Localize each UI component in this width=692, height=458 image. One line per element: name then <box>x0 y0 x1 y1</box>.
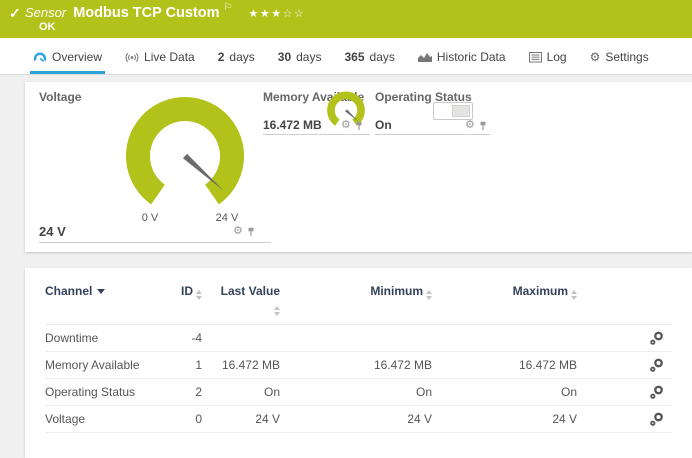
area-chart-icon <box>418 52 432 63</box>
channel-last-value: 16.472 MB <box>202 358 280 372</box>
channel-id: 1 <box>170 358 202 372</box>
gear-icon[interactable]: ⚙ <box>233 226 243 237</box>
column-header-minimum[interactable]: Minimum <box>280 284 432 300</box>
table-row[interactable]: Operating Status 2 On On On <box>45 378 672 405</box>
table-row[interactable]: Memory Available 1 16.472 MB 16.472 MB 1… <box>45 351 672 378</box>
column-header-channel[interactable]: Channel <box>45 284 170 298</box>
channel-maximum: On <box>432 385 577 399</box>
gear-icon: ⚙ <box>590 51 601 63</box>
sort-icon <box>571 290 577 300</box>
sort-icon <box>196 290 202 300</box>
table-row[interactable]: Downtime -4 <box>45 324 672 351</box>
voltage-value: 24 V <box>39 224 66 239</box>
tab-bar: Overview Live Data 2 days 30 days 365 da… <box>0 38 692 75</box>
sensor-status-header: ✓ Sensor Modbus TCP Custom ⚐ ★★★☆☆ OK <box>0 0 692 38</box>
channel-settings-icon[interactable] <box>649 331 664 346</box>
channel-name: Memory Available <box>45 358 170 372</box>
memory-value: 16.472 MB <box>263 118 322 132</box>
channel-settings-icon[interactable] <box>649 412 664 427</box>
channel-maximum: 16.472 MB <box>432 358 577 372</box>
channel-name: Operating Status <box>45 385 170 399</box>
tab-settings[interactable]: ⚙ Settings <box>587 50 652 74</box>
channel-minimum: On <box>280 385 432 399</box>
priority-stars[interactable]: ★★★☆☆ <box>249 8 306 20</box>
voltage-gauge <box>110 90 260 220</box>
channel-minimum: 24 V <box>280 412 432 426</box>
voltage-scale-min: 0 V <box>130 212 170 224</box>
tab-live-data[interactable]: Live Data <box>122 50 198 74</box>
gear-icon[interactable]: ⚙ <box>465 120 475 131</box>
column-header-id[interactable]: ID <box>170 284 202 300</box>
log-list-icon <box>529 52 542 63</box>
ok-check-icon: ✓ <box>9 5 21 22</box>
channels-table-body: Downtime -4 Memory Available 1 16.472 MB… <box>45 324 672 433</box>
tab-365-days[interactable]: 365 days <box>341 50 397 74</box>
gauge-icon <box>33 51 47 63</box>
table-row[interactable]: Voltage 0 24 V 24 V 24 V <box>45 405 672 433</box>
live-signal-icon <box>125 51 139 64</box>
tab-log[interactable]: Log <box>526 50 570 74</box>
operating-status-actions[interactable]: ⚙ <box>465 120 487 131</box>
tab-historic-data[interactable]: Historic Data <box>415 50 509 74</box>
chevron-down-icon <box>97 289 105 294</box>
gear-icon[interactable]: ⚙ <box>341 120 351 131</box>
channel-name: Downtime <box>45 331 170 345</box>
channels-table-header: Channel ID Last Value Minimum Maximum <box>45 284 672 316</box>
voltage-scale-max: 24 V <box>207 212 247 224</box>
pin-icon[interactable] <box>355 121 363 131</box>
voltage-gauge-actions[interactable]: ⚙ <box>233 226 255 237</box>
channels-panel: Channel ID Last Value Minimum Maximum Do… <box>25 268 692 458</box>
channel-settings-icon[interactable] <box>649 358 664 373</box>
tab-2-days[interactable]: 2 days <box>215 50 258 74</box>
divider <box>375 134 490 135</box>
tab-30-days[interactable]: 30 days <box>275 50 325 74</box>
content-area: Voltage 0 V 24 V 24 V ⚙ Memory Available… <box>0 75 692 450</box>
channel-id: 2 <box>170 385 202 399</box>
pin-icon[interactable] <box>247 227 255 237</box>
memory-gauge-actions[interactable]: ⚙ <box>341 120 363 131</box>
channel-last-value: 24 V <box>202 412 280 426</box>
column-header-maximum[interactable]: Maximum <box>432 284 577 300</box>
channel-last-value: On <box>202 385 280 399</box>
operating-status-switch <box>433 102 473 120</box>
pin-icon[interactable] <box>479 121 487 131</box>
flag-icon: ⚐ <box>224 2 233 13</box>
channel-id: -4 <box>170 331 202 345</box>
channel-maximum: 24 V <box>432 412 577 426</box>
column-header-last-value[interactable]: Last Value <box>218 284 280 316</box>
channel-id: 0 <box>170 412 202 426</box>
gauges-panel: Voltage 0 V 24 V 24 V ⚙ Memory Available… <box>25 82 692 252</box>
sensor-title: Modbus TCP Custom <box>73 5 219 21</box>
divider <box>263 134 370 135</box>
divider <box>39 242 271 243</box>
object-kind-label: Sensor <box>25 5 66 20</box>
switch-knob <box>452 105 470 117</box>
operating-status-value: On <box>375 118 392 132</box>
channel-minimum: 16.472 MB <box>280 358 432 372</box>
channel-name: Voltage <box>45 412 170 426</box>
tab-overview[interactable]: Overview <box>30 50 105 74</box>
sort-icon <box>274 306 280 316</box>
status-badge: OK <box>39 21 56 33</box>
voltage-gauge-title: Voltage <box>39 90 81 104</box>
channel-settings-icon[interactable] <box>649 385 664 400</box>
